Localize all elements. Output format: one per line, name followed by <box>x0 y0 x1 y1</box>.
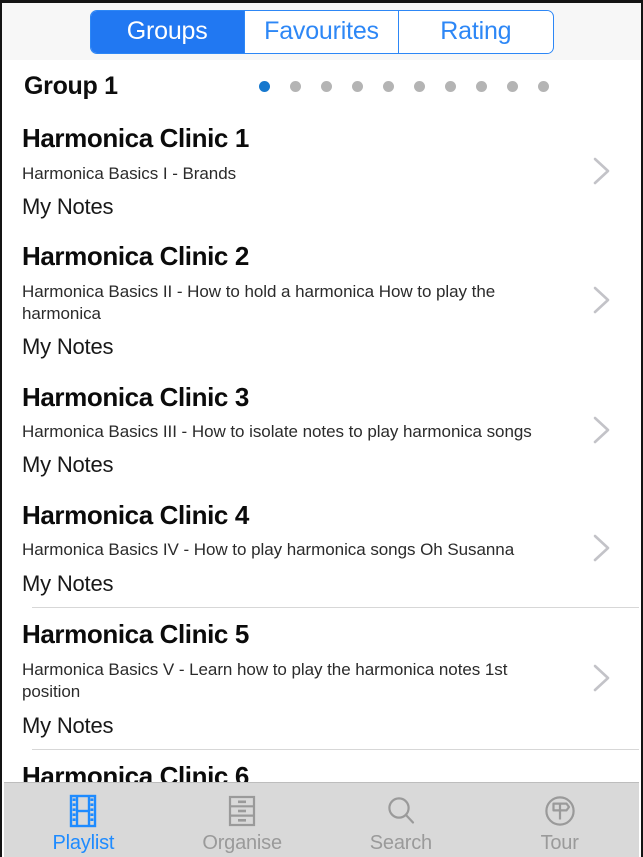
magnifier-icon <box>382 791 420 831</box>
tab-playlist[interactable]: Playlist <box>4 783 163 857</box>
list-item-title: Harmonica Clinic 1 <box>22 123 249 153</box>
list-item-subtitle: Harmonica Basics V - Learn how to play t… <box>22 659 508 702</box>
clinic-list[interactable]: Harmonica Clinic 1 Harmonica Basics I - … <box>4 112 639 782</box>
table-row[interactable]: Harmonica Clinic 5 Harmonica Basics V - … <box>4 608 639 749</box>
list-item-subtitle: Harmonica Basics IV - How to play harmon… <box>22 540 515 560</box>
table-row[interactable]: Harmonica Clinic 2 Harmonica Basics II -… <box>4 230 639 371</box>
page-dot-7[interactable] <box>445 80 456 92</box>
tab-label-tour: Tour <box>540 832 579 854</box>
segmented-control[interactable]: Groups Favourites Rating <box>89 9 554 54</box>
list-item-subtitle: Harmonica Basics III - How to isolate no… <box>22 422 532 442</box>
list-item-notes[interactable]: My Notes <box>22 185 569 230</box>
table-row[interactable]: Harmonica Clinic 3 Harmonica Basics III … <box>4 370 639 489</box>
segment-favourites[interactable]: Favourites <box>244 10 400 53</box>
table-row[interactable]: Harmonica Clinic 4 Harmonica Basics IV -… <box>4 488 639 607</box>
film-strip-icon <box>64 791 102 831</box>
table-row[interactable]: Harmonica Clinic 6 <box>4 750 639 782</box>
group-title: Group 1 <box>24 71 118 100</box>
page-dot-4[interactable] <box>352 80 363 92</box>
app-screen: Groups Favourites Rating Group 1 Harmoni… <box>0 0 643 857</box>
chevron-right-icon[interactable] <box>591 661 613 695</box>
list-item-title: Harmonica Clinic 2 <box>22 241 249 272</box>
chevron-right-icon[interactable] <box>591 154 613 188</box>
chevron-right-icon[interactable] <box>591 283 613 317</box>
segment-rating[interactable]: Rating <box>399 10 553 53</box>
page-dot-9[interactable] <box>507 80 518 92</box>
segmented-control-bar: Groups Favourites Rating <box>2 3 641 60</box>
list-item-title: Harmonica Clinic 4 <box>22 499 249 530</box>
segment-groups[interactable]: Groups <box>90 10 245 53</box>
chevron-right-icon[interactable] <box>591 413 613 447</box>
group-header-row: Group 1 <box>2 60 641 112</box>
tab-organise[interactable]: Organise <box>163 783 322 857</box>
file-cabinet-icon <box>223 791 261 831</box>
list-item-title: Harmonica Clinic 3 <box>22 381 249 412</box>
page-dot-6[interactable] <box>414 80 425 92</box>
page-dot-1[interactable] <box>259 80 270 92</box>
tab-label-playlist: Playlist <box>52 832 115 854</box>
list-item-notes[interactable]: My Notes <box>22 704 569 749</box>
page-dots[interactable] <box>259 80 549 92</box>
tab-search[interactable]: Search <box>322 783 481 857</box>
page-dot-3[interactable] <box>321 80 332 92</box>
list-item-subtitle: Harmonica Basics II - How to hold a harm… <box>22 281 496 323</box>
list-item-notes[interactable]: My Notes <box>22 562 569 607</box>
page-dot-10[interactable] <box>538 80 549 92</box>
table-row[interactable]: Harmonica Clinic 1 Harmonica Basics I - … <box>4 112 639 231</box>
list-item-subtitle: Harmonica Basics I - Brands <box>22 163 237 183</box>
page-dot-5[interactable] <box>383 80 394 92</box>
chevron-right-icon[interactable] <box>591 531 613 565</box>
list-item-title: Harmonica Clinic 5 <box>22 619 249 650</box>
tab-bar: Playlist Organise Search Tour <box>4 782 639 857</box>
tab-label-organise: Organise <box>202 832 282 854</box>
page-dot-2[interactable] <box>290 80 301 92</box>
list-item-title: Harmonica Clinic 6 <box>22 761 249 782</box>
page-dot-8[interactable] <box>476 80 487 92</box>
signpost-circle-icon <box>541 791 579 831</box>
tab-tour[interactable]: Tour <box>480 783 639 857</box>
list-item-notes[interactable]: My Notes <box>22 325 569 370</box>
tab-label-search: Search <box>369 832 432 854</box>
list-item-notes[interactable]: My Notes <box>22 443 569 488</box>
